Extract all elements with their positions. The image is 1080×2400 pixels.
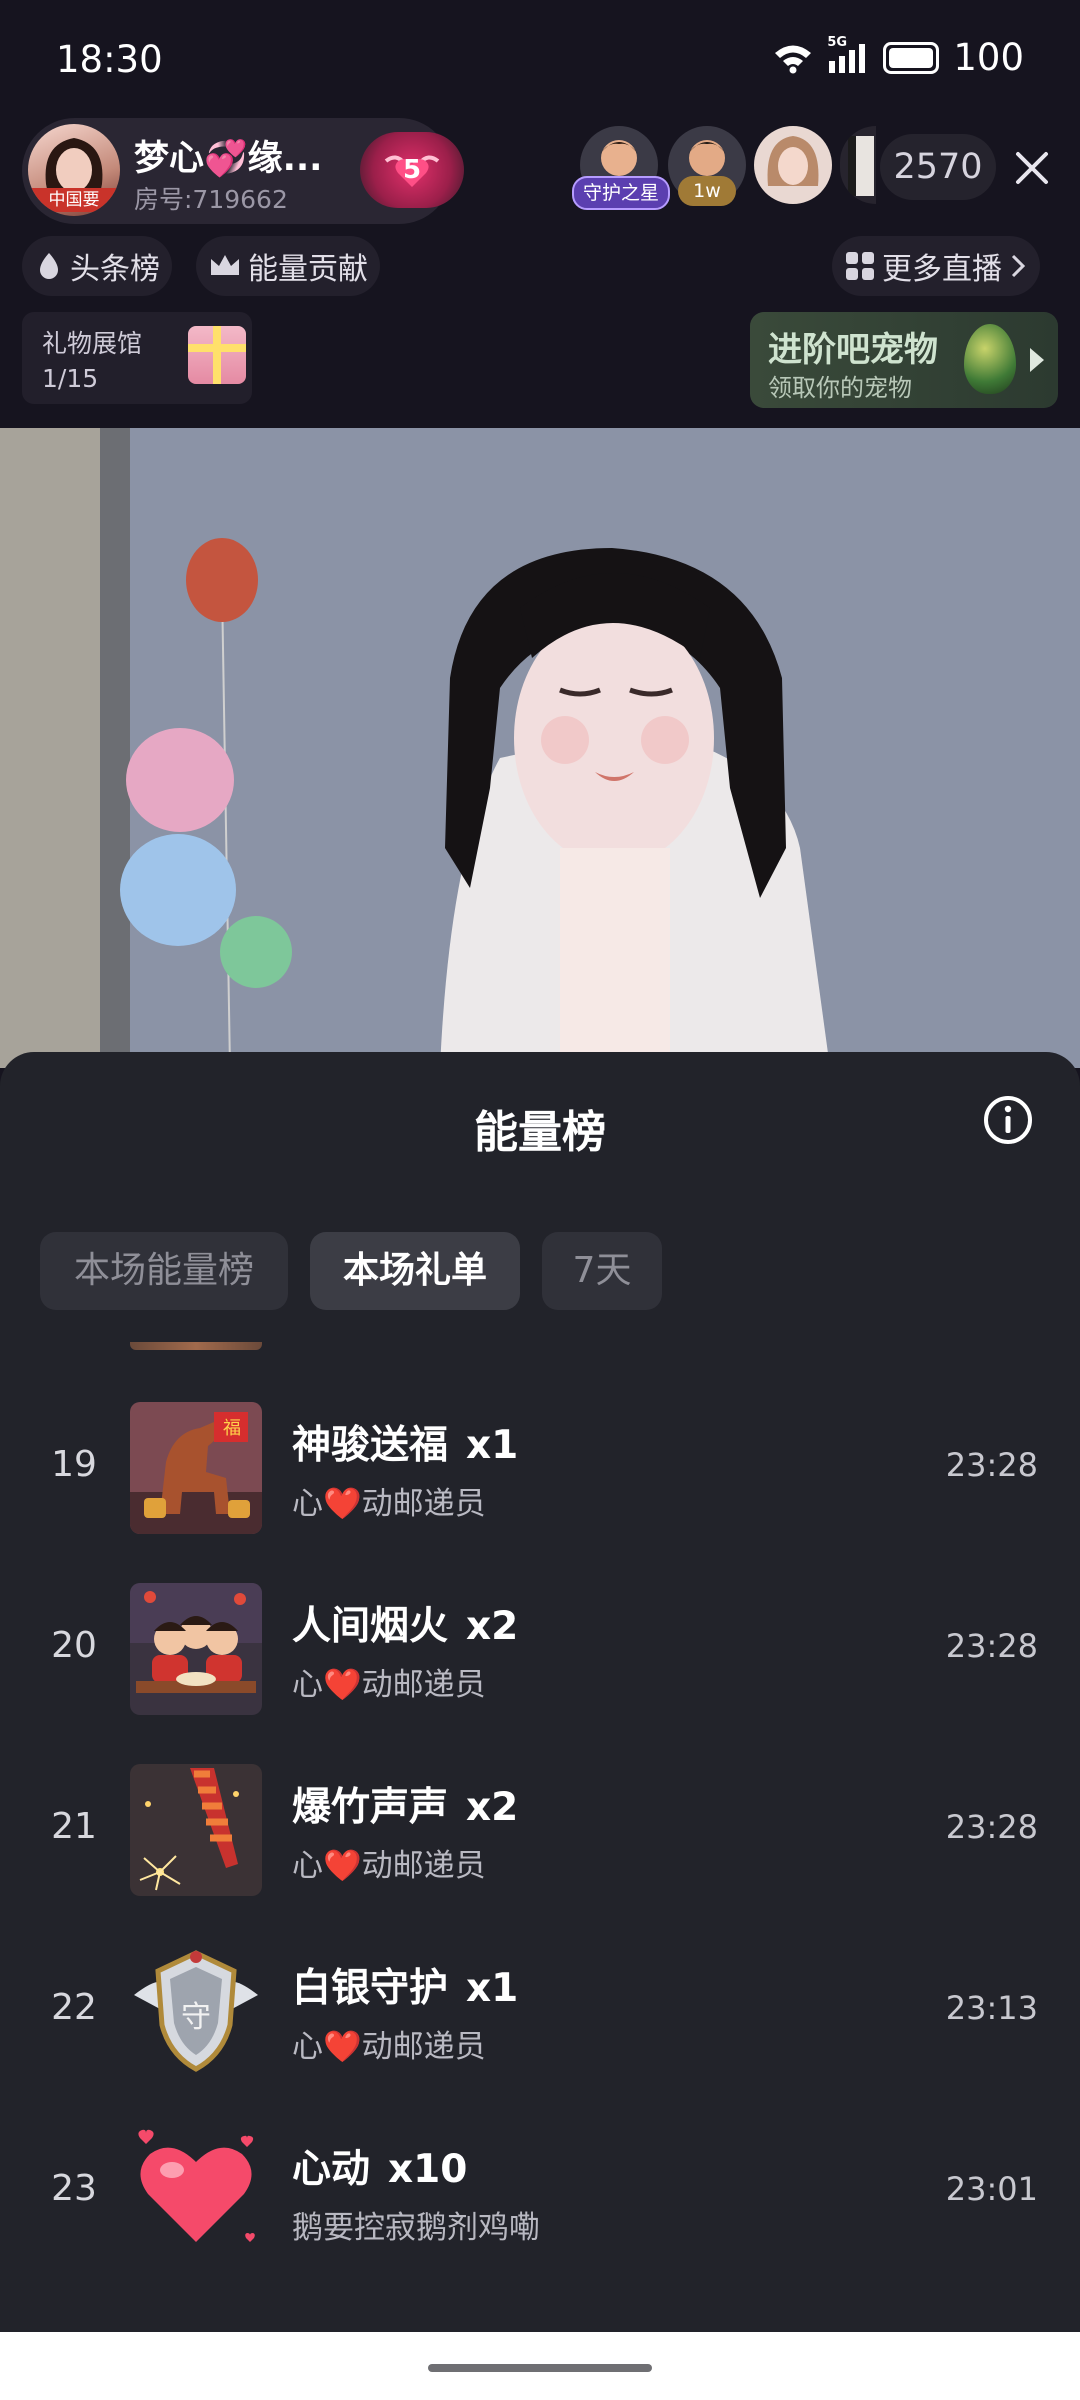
gift-count: x2 (466, 1604, 519, 1649)
tab-session-gifts[interactable]: 本场礼单 (310, 1232, 520, 1310)
family-dinner-gift-icon (130, 1583, 262, 1715)
status-icons: 5G 100 (773, 35, 1024, 79)
wifi-icon (775, 45, 812, 73)
viewer-avatar[interactable] (840, 126, 876, 204)
gift-hall-entry[interactable]: 礼物展馆 1/15 (22, 312, 252, 404)
host-info[interactable]: 中国要 梦心💞缘... 房号:719662 5 (22, 118, 464, 224)
rank-number: 19 (51, 1444, 97, 1485)
gift-time: 23:28 (945, 1627, 1038, 1665)
energy-contribution-chip[interactable]: 能量贡献 (196, 236, 380, 296)
host-avatar[interactable]: 中国要 (28, 124, 120, 216)
fan-level: 5 (402, 155, 422, 185)
viewer-count[interactable]: 2570 (880, 134, 996, 200)
room-number: 房号:719662 (134, 185, 288, 214)
gift-title: 爆竹声声 (292, 1785, 449, 1830)
guardian-star-tag: 守护之星 (572, 176, 670, 210)
info-icon[interactable] (982, 1094, 1034, 1146)
sheet-title: 能量榜 (474, 1107, 606, 1158)
giver-name: 心❤️动邮递员 (292, 1667, 486, 1703)
partial-avatar (848, 136, 874, 196)
status-time: 18:30 (56, 38, 163, 81)
gift-row[interactable]: 20 人间烟火 x2 心❤️动邮递员 23:28 (0, 1573, 1080, 1723)
gift-time: 23:28 (945, 1446, 1038, 1484)
gift-box-icon (188, 326, 246, 384)
video-frame (0, 428, 1080, 1068)
gift-count: x10 (388, 2147, 468, 2192)
flame-icon (40, 253, 58, 279)
giver-name: 心❤️动邮递员 (292, 1486, 486, 1522)
rank-number: 22 (51, 1987, 97, 2028)
svg-text:守: 守 (181, 2000, 211, 2035)
heart-gift-icon (130, 2126, 262, 2258)
rank-number: 20 (51, 1625, 97, 1666)
giver-name: 鹅要控寂鹅剂鸡嘞 (292, 2210, 540, 2246)
gift-name: 白银守护 x1 (292, 1957, 518, 2013)
pet-banner-title: 进阶吧宠物 (768, 330, 938, 370)
tab-seven-days[interactable]: 7天 (542, 1232, 662, 1310)
gift-title: 白银守护 (292, 1966, 449, 2011)
gift-row[interactable]: 21 爆竹声声 x2 心❤️动邮递员 23:28 (0, 1754, 1080, 1904)
gift-row[interactable]: 23 心动 x10 鹅要控寂鹅剂鸡嘞 23:01 (0, 2116, 1080, 2266)
close-icon[interactable] (1010, 146, 1054, 190)
gift-time: 23:13 (945, 1989, 1038, 2027)
gift-time: 23:28 (945, 1808, 1038, 1846)
battery-level: 100 (953, 36, 1024, 79)
gift-count: x1 (466, 1423, 519, 1468)
firecracker-gift-icon (130, 1764, 262, 1896)
svg-text:福: 福 (223, 1418, 241, 1439)
rank-number: 23 (51, 2168, 97, 2209)
previous-gift-edge (130, 1342, 262, 1350)
gift-title: 心动 (292, 2147, 371, 2192)
energy-ranking-sheet: 能量榜 本场能量榜 本场礼单 7天 19 福 神骏送福 x1 心❤️动邮递员 23… (0, 1052, 1080, 2332)
gift-name: 神骏送福 x1 (292, 1414, 518, 1470)
gift-name: 心动 x10 (292, 2138, 467, 2194)
more-live-button[interactable]: 更多直播 (832, 236, 1040, 296)
fan-level-badge[interactable]: 5 (360, 132, 464, 208)
home-indicator[interactable] (428, 2364, 652, 2372)
play-arrow-icon (1030, 348, 1044, 372)
gift-name: 人间烟火 x2 (292, 1595, 518, 1651)
headlines-label: 头条榜 (70, 252, 160, 287)
headlines-chip[interactable]: 头条榜 (22, 236, 172, 296)
more-live-label: 更多直播 (882, 252, 1002, 287)
gift-name: 爆竹声声 x2 (292, 1776, 518, 1832)
host-name: 梦心💞缘... (134, 139, 323, 179)
rank-number: 21 (51, 1806, 97, 1847)
gift-title: 人间烟火 (292, 1604, 449, 1649)
status-bar: 18:30 5G 100 (0, 0, 1080, 120)
gift-count: x1 (466, 1966, 519, 2011)
silver-shield-gift-icon: 守 (130, 1945, 262, 2077)
tab-session-energy[interactable]: 本场能量榜 (40, 1232, 288, 1310)
pet-banner-subtitle: 领取你的宠物 (768, 374, 912, 402)
gift-hall-title: 礼物展馆 (42, 329, 143, 358)
host-avatar-tag: 中国要 (28, 188, 120, 212)
gift-row[interactable]: 22 守 白银守护 x1 心❤️动邮递员 23:13 (0, 1935, 1080, 2085)
gift-list[interactable]: 19 福 神骏送福 x1 心❤️动邮递员 23:28 20 人间烟火 x2 心❤️动… (0, 1342, 1080, 2332)
giver-name: 心❤️动邮递员 (292, 2029, 486, 2065)
crown-icon (211, 255, 239, 275)
contribution-tag: 1w (678, 176, 736, 206)
giver-name: 心❤️动邮递员 (292, 1848, 486, 1884)
battery-icon (883, 41, 940, 74)
chevron-right-icon (1011, 254, 1026, 278)
viewer-avatar[interactable] (754, 126, 832, 204)
girl-avatar (767, 136, 819, 186)
live-video[interactable] (0, 428, 1080, 1068)
gift-hall-progress: 1/15 (42, 364, 99, 393)
energy-contribution-label: 能量贡献 (248, 252, 368, 287)
gift-time: 23:01 (945, 2170, 1038, 2208)
gift-row[interactable]: 19 福 神骏送福 x1 心❤️动邮递员 23:28 (0, 1392, 1080, 1542)
grid-icon (846, 252, 874, 280)
pet-egg-icon (964, 324, 1016, 394)
pet-promo-banner[interactable]: 进阶吧宠物 领取你的宠物 (750, 312, 1058, 408)
gift-title: 神骏送福 (292, 1423, 449, 1468)
system-nav-bar (0, 2332, 1080, 2400)
horse-gift-icon: 福 (130, 1402, 262, 1534)
cellular-signal-icon: 5G (827, 35, 869, 75)
gift-count: x2 (466, 1785, 519, 1830)
